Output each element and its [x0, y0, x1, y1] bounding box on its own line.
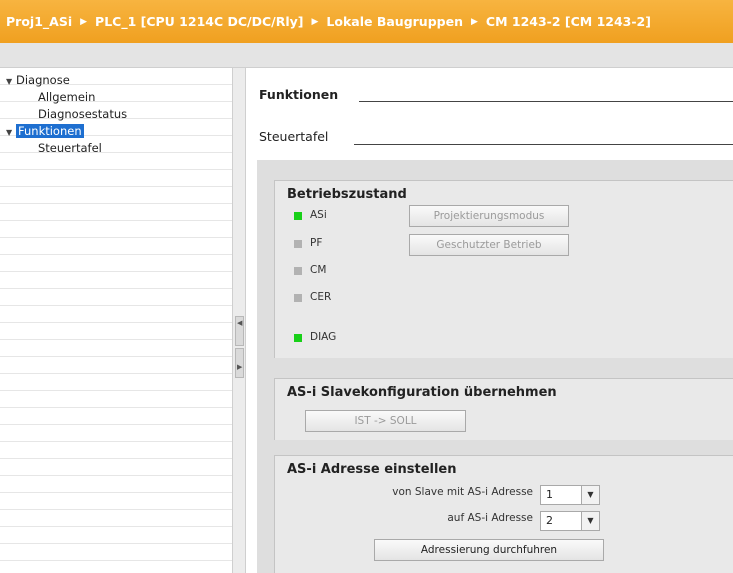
group-title: AS-i Adresse einstellen [287, 462, 457, 477]
led-label-cer: CER [310, 291, 332, 303]
breadcrumb-item-module[interactable]: CM 1243-2 [CM 1243-2] [486, 14, 651, 29]
chevron-right-icon: ▶ [470, 16, 478, 27]
toolbar-strip [0, 43, 733, 68]
geschuetzter-betrieb-button[interactable]: Geschutzter Betrieb [409, 234, 569, 256]
breadcrumb-item-plc[interactable]: PLC_1 [CPU 1214C DC/DC/Rly] [95, 14, 303, 29]
to-address-label: auf AS-i Adresse [447, 512, 533, 524]
arrow-right-icon: ▶ [237, 363, 243, 371]
led-label-diag: DIAG [310, 331, 337, 343]
dropdown-arrow-icon[interactable]: ▼ [581, 512, 599, 530]
led-cer [294, 294, 302, 302]
to-address-select[interactable]: 2 ▼ [540, 511, 600, 531]
led-label-cm: CM [310, 264, 327, 276]
sidebar-item-label: Funktionen [16, 124, 84, 138]
breadcrumb-item-local-modules[interactable]: Lokale Baugruppen [326, 14, 463, 29]
adressierung-durchfuehren-button[interactable]: Adressierung durchfuhren [374, 539, 604, 561]
sidebar-item-diagnosestatus[interactable]: Diagnosestatus [38, 106, 127, 122]
led-label-pf: PF [310, 237, 323, 249]
sidebar-tree: ▼ Diagnose Allgemein Diagnosestatus ▼ Funk… [0, 68, 232, 573]
expand-arrow-icon[interactable]: ▼ [6, 74, 16, 90]
led-diag [294, 334, 302, 342]
group-betriebszustand: Betriebszustand ASi PF CM CER DIAG Proje… [274, 180, 733, 358]
section-heading-funktionen: Funktionen [259, 87, 339, 102]
expand-handle[interactable]: ▶ [235, 348, 244, 378]
breadcrumb: Proj1_ASi ▶ PLC_1 [CPU 1214C DC/DC/Rly] … [0, 0, 733, 43]
to-address-value: 2 [546, 514, 553, 527]
led-asi [294, 212, 302, 220]
group-adresse-einstellen: AS-i Adresse einstellen von Slave mit AS… [274, 455, 733, 573]
collapse-handle[interactable]: ◀ [235, 316, 244, 346]
sidebar-item-steuertafel[interactable]: Steuertafel [38, 140, 102, 156]
panel-splitter[interactable]: ◀ ▶ [232, 68, 246, 573]
sidebar-item-allgemein[interactable]: Allgemein [38, 89, 95, 105]
from-address-select[interactable]: 1 ▼ [540, 485, 600, 505]
arrow-left-icon: ◀ [237, 319, 243, 327]
led-cm [294, 267, 302, 275]
led-pf [294, 240, 302, 248]
group-title: AS-i Slavekonfiguration übernehmen [287, 385, 557, 400]
sidebar-item-funktionen[interactable]: ▼ Funktionen [6, 123, 84, 139]
expand-arrow-icon[interactable]: ▼ [6, 125, 16, 141]
group-title: Betriebszustand [287, 187, 407, 202]
dropdown-arrow-icon[interactable]: ▼ [581, 486, 599, 504]
from-address-value: 1 [546, 488, 553, 501]
chevron-right-icon: ▶ [80, 16, 88, 27]
group-slavekonfiguration: AS-i Slavekonfiguration übernehmen IST -… [274, 378, 733, 440]
sidebar-item-label: Diagnosestatus [38, 107, 128, 121]
breadcrumb-item-project[interactable]: Proj1_ASi [6, 14, 72, 29]
section-heading-steuertafel: Steuertafel [259, 129, 329, 144]
sidebar-item-label: Steuertafel [38, 141, 102, 155]
ist-soll-button[interactable]: IST -> SOLL [305, 410, 466, 432]
from-address-label: von Slave mit AS-i Adresse [392, 486, 533, 498]
sidebar-item-diagnose[interactable]: ▼ Diagnose [6, 72, 70, 88]
projektierungsmodus-button[interactable]: Projektierungsmodus [409, 205, 569, 227]
subheading-divider [354, 144, 733, 145]
chevron-right-icon: ▶ [311, 16, 319, 27]
led-label-asi: ASi [310, 209, 327, 221]
control-panel: Betriebszustand ASi PF CM CER DIAG Proje… [257, 160, 733, 573]
main-content: Funktionen Steuertafel Betriebszustand A… [247, 68, 733, 573]
sidebar-item-label: Diagnose [16, 73, 70, 87]
sidebar-item-label: Allgemein [38, 90, 96, 104]
heading-divider [359, 101, 733, 102]
